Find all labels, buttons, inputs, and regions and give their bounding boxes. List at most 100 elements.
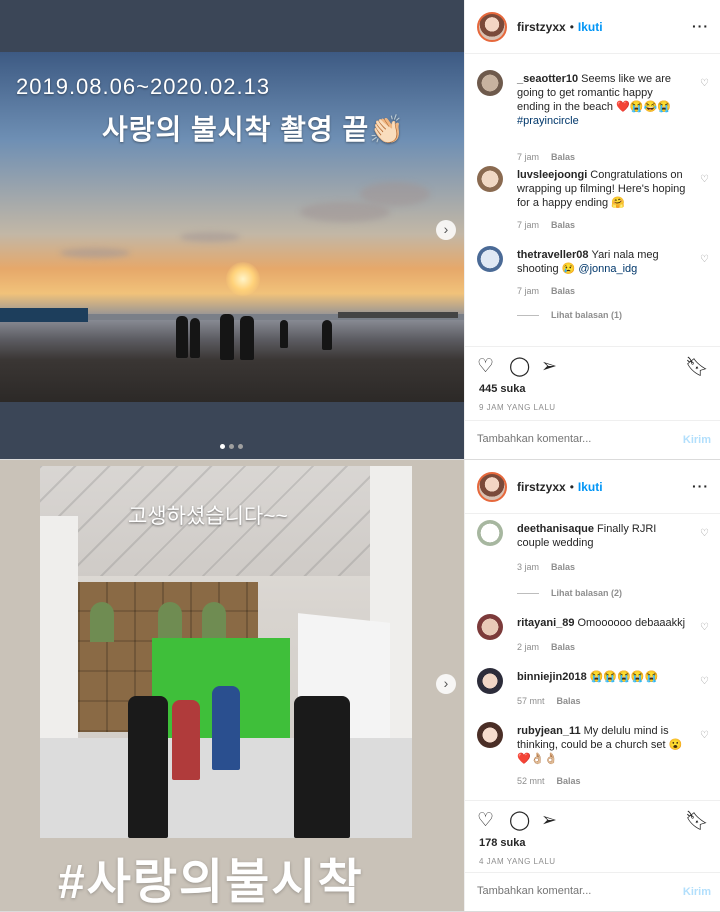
action-bar: ♡ ◯ ➢ 🔖︎ 445 suka 9 JAM YANG LALU [465, 346, 720, 418]
post-2: 고생하셨습니다~~ #사랑의불시착 › firstzyxx • Ikuti ··… [0, 460, 720, 912]
paper-plane-icon[interactable]: ➢ [541, 809, 557, 832]
comment-username[interactable]: luvsleejoongi [517, 169, 587, 181]
comment-text: thetraveller08 Yari nala meg shooting 😢 @… [517, 249, 659, 275]
heart-icon[interactable]: ♡ [477, 809, 494, 832]
chevron-right-icon: › [443, 221, 449, 237]
bookmark-icon[interactable]: 🔖︎ [685, 809, 709, 833]
post-header: firstzyxx • Ikuti ··· [465, 460, 720, 514]
hashtag-link[interactable]: #prayincircle [517, 115, 579, 127]
comment-username[interactable]: binniejin2018 [517, 671, 587, 683]
view-replies-button[interactable]: Lihat balasan (1) [517, 310, 622, 320]
action-bar: ♡ ◯ ➢ 🔖︎ 178 suka 4 JAM YANG LALU [465, 800, 720, 870]
avatar[interactable] [477, 668, 503, 694]
view-replies-button[interactable]: Lihat balasan (2) [517, 588, 622, 598]
add-comment-bar: Kirim [465, 872, 720, 912]
overlay-hashtag: #사랑의불시착 [58, 856, 364, 909]
speech-bubble-icon[interactable]: ◯ [509, 809, 530, 832]
username[interactable]: firstzyxx [517, 20, 566, 34]
post-1-panel: firstzyxx • Ikuti ··· _seaotter10 Seems l… [464, 0, 720, 459]
mention-link[interactable]: @jonna_idg [578, 263, 637, 275]
comment-username[interactable]: rubyjean_11 [517, 725, 581, 737]
paper-plane-icon[interactable]: ➢ [541, 355, 557, 378]
small-heart-icon[interactable]: ♡ [700, 528, 709, 539]
separator: • [569, 479, 574, 494]
comment-username[interactable]: deethanisaque [517, 523, 594, 535]
small-heart-icon[interactable]: ♡ [700, 730, 709, 741]
comment-text: _seaotter10 Seems like we are going to ge… [517, 73, 672, 127]
comment-username[interactable]: ritayani_89 [517, 617, 574, 629]
comment-text: binniejin2018 😭😭😭😭😭 [517, 671, 659, 683]
more-options-icon[interactable]: ··· [692, 18, 709, 34]
separator: • [569, 19, 574, 34]
reply-button[interactable]: Balas [557, 776, 581, 786]
comment-input[interactable] [477, 885, 667, 897]
comment-meta: 52 mnt Balas [517, 776, 581, 786]
comment-input[interactable] [477, 433, 667, 445]
post-timestamp: 4 JAM YANG LALU [479, 857, 556, 866]
post-timestamp: 9 JAM YANG LALU [479, 403, 556, 412]
heart-icon[interactable]: ♡ [477, 355, 494, 378]
comment-meta: 7 jam Balas [517, 220, 576, 230]
avatar[interactable] [477, 166, 503, 192]
comment-text: deethanisaque Finally RJRI couple wedding [517, 523, 657, 549]
small-heart-icon[interactable]: ♡ [700, 254, 709, 265]
reply-button[interactable]: Balas [557, 696, 581, 706]
comment-list[interactable]: _seaotter10 Seems like we are going to ge… [465, 56, 720, 346]
more-options-icon[interactable]: ··· [692, 478, 709, 494]
avatar[interactable] [477, 722, 503, 748]
reply-button[interactable]: Balas [551, 642, 575, 652]
carousel-dots [220, 444, 243, 449]
small-heart-icon[interactable]: ♡ [700, 78, 709, 89]
comment-username[interactable]: thetraveller08 [517, 249, 589, 261]
small-heart-icon[interactable]: ♡ [700, 622, 709, 633]
bookmark-icon[interactable]: 🔖︎ [685, 355, 709, 379]
avatar[interactable] [477, 70, 503, 96]
reply-button[interactable]: Balas [551, 220, 575, 230]
follow-button[interactable]: Ikuti [578, 480, 603, 494]
carousel-dot [229, 444, 234, 449]
comment-text: luvsleejoongi Congratulations on wrapping… [517, 169, 686, 209]
post-1-media[interactable]: 2019.08.06~2020.02.13 사랑의 불시착 촬영 끝👏🏻 › [0, 0, 464, 459]
comment-meta: 2 jam Balas [517, 642, 576, 652]
likes-count[interactable]: 178 suka [479, 837, 525, 849]
carousel-dot-active [220, 444, 225, 449]
comment-list[interactable]: deethanisaque Finally RJRI couple wedding… [465, 516, 720, 826]
comment-meta: 7 jam Balas [517, 286, 576, 296]
next-slide-button[interactable]: › [436, 220, 456, 240]
small-heart-icon[interactable]: ♡ [700, 174, 709, 185]
follow-button[interactable]: Ikuti [578, 20, 603, 34]
avatar[interactable] [477, 246, 503, 272]
avatar[interactable] [477, 520, 503, 546]
post-2-media[interactable]: 고생하셨습니다~~ #사랑의불시착 › [0, 460, 464, 911]
avatar[interactable] [477, 11, 507, 42]
reply-button[interactable]: Balas [551, 562, 575, 572]
small-heart-icon[interactable]: ♡ [700, 676, 709, 687]
comment-username[interactable]: _seaotter10 [517, 73, 578, 85]
add-comment-bar: Kirim [465, 420, 720, 460]
comment-text: ritayani_89 Omoooooo debaaakkj [517, 617, 686, 629]
next-slide-button[interactable]: › [436, 674, 456, 694]
speech-bubble-icon[interactable]: ◯ [509, 355, 530, 378]
overlay-dates: 2019.08.06~2020.02.13 [16, 74, 271, 99]
beach-sunset-photo [0, 52, 464, 402]
sun [226, 262, 260, 296]
chevron-right-icon: › [443, 675, 449, 691]
username[interactable]: firstzyxx [517, 480, 566, 494]
comment-meta: 7 jam Balas [517, 152, 576, 162]
comment-text: rubyjean_11 My delulu mind is thinking, c… [517, 725, 683, 765]
avatar[interactable] [477, 614, 503, 640]
comment-meta: 3 jam Balas [517, 562, 576, 572]
avatar[interactable] [477, 471, 507, 502]
overlay-top: 고생하셨습니다~~ [128, 505, 288, 528]
carousel-dot [238, 444, 243, 449]
likes-count[interactable]: 445 suka [479, 383, 525, 395]
reply-button[interactable]: Balas [551, 152, 575, 162]
reply-button[interactable]: Balas [551, 286, 575, 296]
post-comment-button[interactable]: Kirim [683, 886, 711, 898]
post-1: 2019.08.06~2020.02.13 사랑의 불시착 촬영 끝👏🏻 › f… [0, 0, 720, 460]
post-2-panel: firstzyxx • Ikuti ··· deethanisaque Final… [464, 460, 720, 911]
comment-meta: 57 mnt Balas [517, 696, 581, 706]
post-header: firstzyxx • Ikuti ··· [465, 0, 720, 54]
post-comment-button[interactable]: Kirim [683, 434, 711, 446]
overlay-title: 사랑의 불시착 촬영 끝👏🏻 [102, 114, 406, 145]
